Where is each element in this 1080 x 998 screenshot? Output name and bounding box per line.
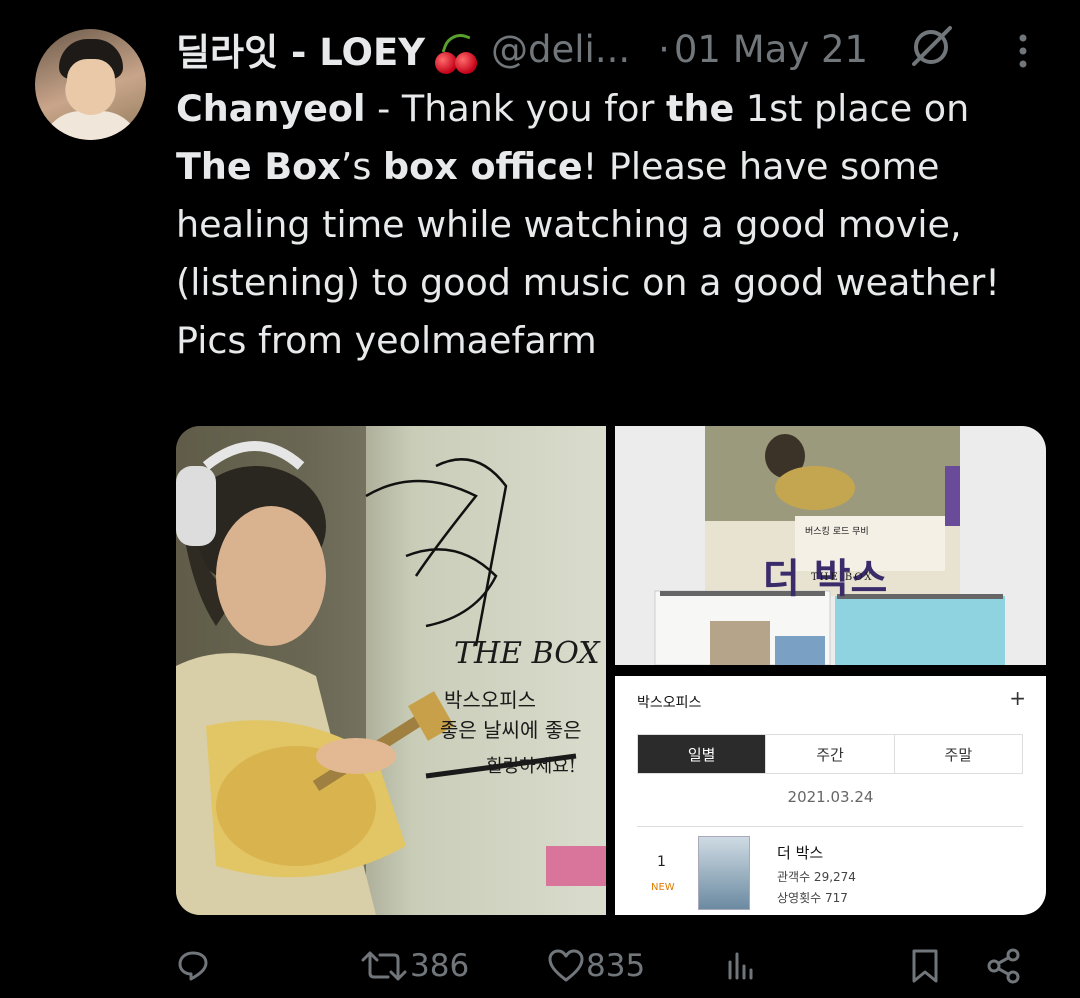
bookmark-button[interactable]	[910, 948, 940, 984]
tweet-text-line: healing time while watching a good movie…	[176, 196, 1056, 254]
poster-small-text: 버스킹 로드 무비	[805, 527, 869, 537]
separator-dot: ·	[658, 27, 670, 71]
tab-daily: 일별	[638, 735, 767, 773]
like-count: 835	[586, 948, 646, 984]
tweet-text-fragment: Pics from yeolmaefarm	[176, 319, 597, 362]
tweet-text-fragment: the	[666, 87, 735, 130]
reply-icon	[178, 951, 208, 981]
tab-weekend: 주말	[944, 745, 973, 764]
tweet-text-line: (listening) to good music on a good weat…	[176, 254, 1056, 312]
plus-icon: +	[1009, 686, 1026, 710]
action-bar: 386 835	[176, 938, 1046, 998]
media-grid: THE BOX 박스오피스 좋은 날씨에 좋은 힐링하세요! 더 박스 THE …	[176, 426, 1046, 915]
share-icon	[987, 948, 1020, 984]
poster-subtitle: THE BOX	[811, 572, 874, 583]
tweet-text-fragment: 1st place on	[734, 87, 970, 130]
box-office-tabs: 일별 주간 주말	[637, 734, 1023, 774]
author-name[interactable]: 딜라잇 - LOEY	[176, 22, 425, 76]
bookmark-icon	[912, 949, 938, 983]
audience-count: 관객수 29,274	[777, 870, 856, 884]
share-button[interactable]	[986, 948, 1022, 984]
tweet-text-fragment: The Box	[176, 145, 341, 188]
box-office-title: 박스오피스	[637, 695, 702, 711]
photo1-caption-line: 박스오피스	[444, 688, 536, 712]
tweet-text-line: Chanyeol - Thank you for the 1st place o…	[176, 80, 1056, 138]
tweet-text-fragment: (listening) to good music on a good weat…	[176, 261, 1000, 304]
tweet-text-fragment: - Thank you for	[365, 87, 667, 130]
new-badge: NEW	[651, 882, 675, 893]
avatar[interactable]	[35, 29, 146, 140]
tweet-text-line: Pics from yeolmaefarm	[176, 312, 1056, 370]
tweet-text-fragment: healing time while watching a good movie…	[176, 203, 962, 246]
tweet-text-fragment: ’s	[340, 145, 384, 188]
like-button[interactable]: 835	[548, 948, 645, 984]
photo1-caption-line: 힐링하세요!	[486, 756, 577, 777]
tweet-date[interactable]: 01 May 21	[674, 28, 868, 71]
retweet-icon	[361, 951, 407, 981]
tweet-text-line: The Box’s box office! Please have some	[176, 138, 1056, 196]
tab-weekly: 주간	[766, 735, 895, 773]
retweet-count: 386	[410, 948, 470, 984]
photo-box-office-screenshot[interactable]: 박스오피스 + 일별 주간 주말 2021.03.24 1 NEW 더 박스 관…	[615, 676, 1046, 915]
views-button[interactable]	[724, 948, 758, 982]
cherries-emoji-icon	[433, 28, 481, 76]
retweet-button[interactable]: 386	[360, 948, 469, 984]
photo1-caption-line: THE BOX	[454, 636, 600, 671]
author-handle[interactable]: @deli...	[491, 28, 630, 71]
heart-icon	[548, 949, 584, 982]
box-office-date: 2021.03.24	[787, 788, 874, 806]
grok-icon[interactable]	[906, 22, 956, 76]
movie-poster-thumbnail	[698, 836, 750, 910]
tweet-text-fragment: box office	[383, 145, 583, 188]
photo1-caption-line: 좋은 날씨에 좋은	[440, 718, 582, 742]
tweet-text: Chanyeol - Thank you for the 1st place o…	[176, 80, 1056, 370]
tweet-text-fragment: Chanyeol	[176, 87, 366, 130]
rank-number: 1	[657, 854, 666, 870]
reply-button[interactable]	[176, 948, 212, 982]
tweet-header: 딜라잇 - LOEY @deli... · 01 May 21	[176, 24, 868, 74]
tweet-text-fragment: ! Please have some	[582, 145, 940, 188]
movie-title: 더 박스	[777, 844, 824, 862]
photo-guitar-signed[interactable]: THE BOX 박스오피스 좋은 날씨에 좋은 힐링하세요!	[176, 426, 606, 915]
screening-count: 상영횟수 717	[777, 891, 848, 905]
views-icon	[728, 952, 753, 980]
divider	[637, 826, 1023, 827]
more-options-icon[interactable]	[1016, 34, 1030, 72]
photo-poster-calendar[interactable]: 더 박스 THE BOX 버스킹 로드 무비	[615, 426, 1046, 665]
